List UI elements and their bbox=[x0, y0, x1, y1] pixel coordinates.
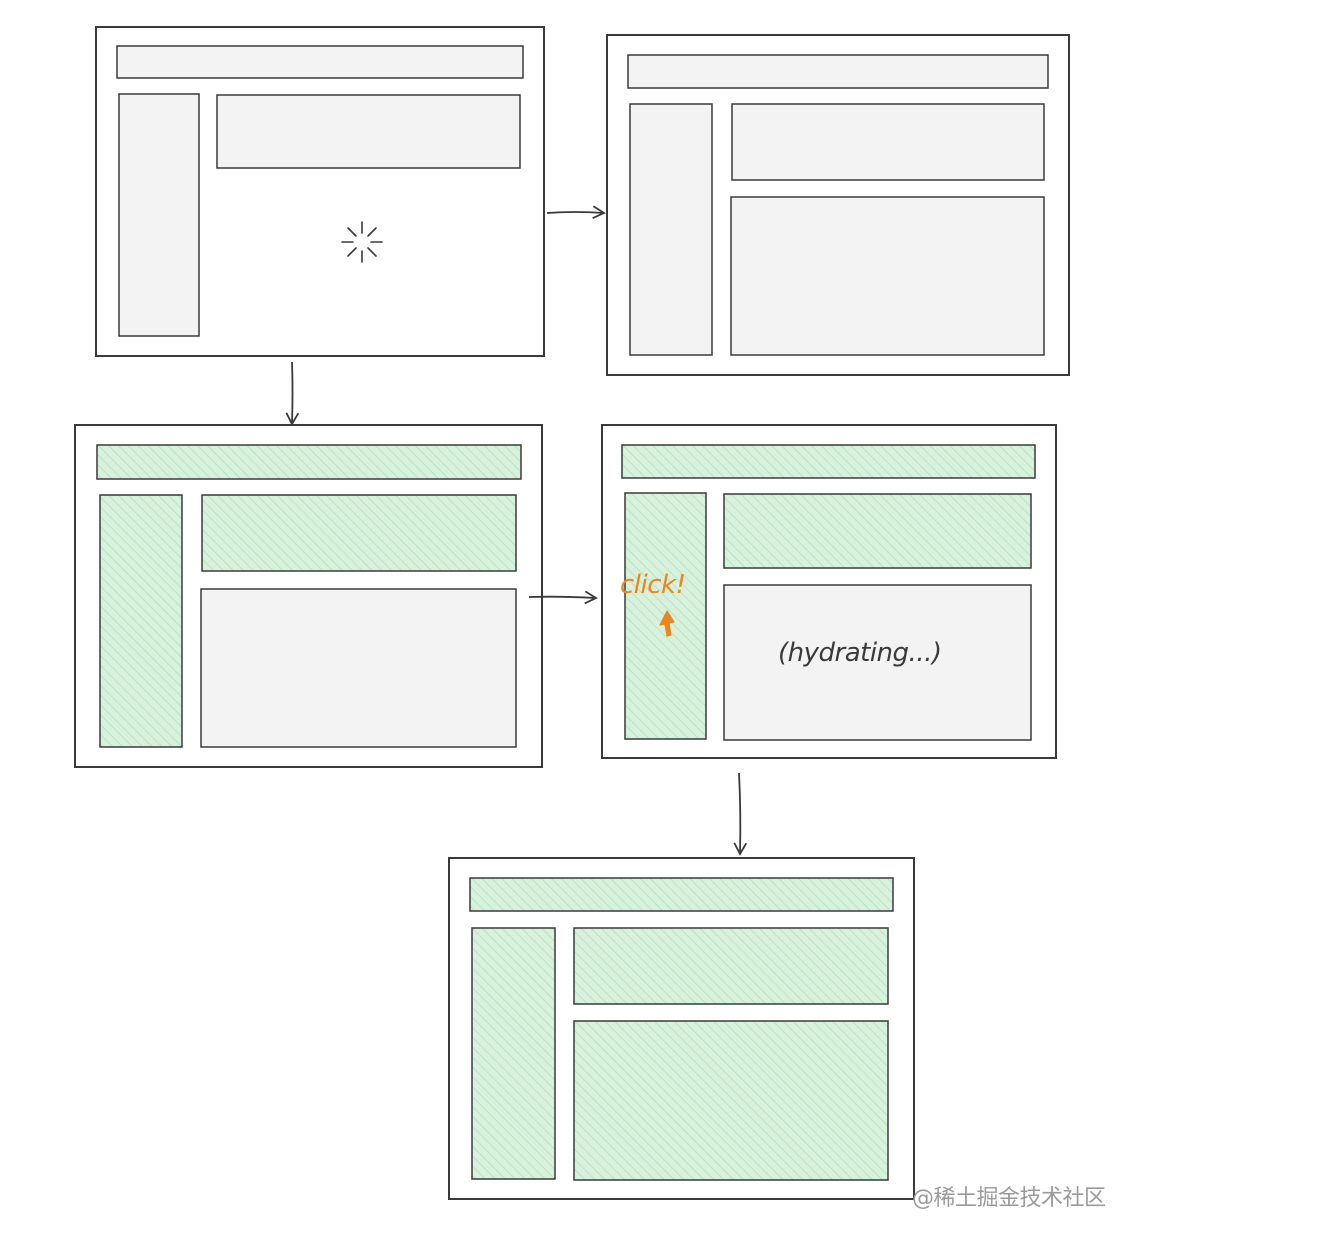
click-annotation: click! bbox=[620, 570, 686, 600]
sidebar-panel bbox=[99, 494, 183, 748]
main-panel bbox=[573, 1020, 889, 1181]
sidebar-panel bbox=[629, 103, 713, 356]
diagram-svg bbox=[74, 26, 1070, 1200]
hydrating-annotation: (hydrating...) bbox=[778, 638, 942, 668]
arrow-down-1 bbox=[285, 361, 300, 426]
header-bar bbox=[621, 444, 1036, 479]
watermark: @稀土掘金技术社区 bbox=[912, 1186, 1106, 1211]
frame-fully-hydrated bbox=[448, 857, 915, 1200]
top-panel bbox=[216, 94, 521, 169]
top-panel bbox=[723, 493, 1032, 569]
header-bar bbox=[96, 444, 522, 480]
sidebar-panel bbox=[471, 927, 556, 1180]
main-panel bbox=[200, 588, 517, 748]
top-panel bbox=[731, 103, 1045, 181]
header-bar bbox=[116, 45, 524, 79]
frame-server-rendered bbox=[606, 34, 1070, 376]
top-panel bbox=[201, 494, 517, 572]
arrow-down-2 bbox=[733, 772, 748, 856]
frame-partially-hydrated bbox=[74, 424, 543, 768]
header-bar bbox=[469, 877, 894, 912]
top-panel bbox=[573, 927, 889, 1005]
arrow-right-1 bbox=[546, 205, 606, 220]
frame-loading bbox=[95, 26, 545, 357]
main-panel bbox=[730, 196, 1045, 356]
header-bar bbox=[627, 54, 1049, 89]
sidebar-panel bbox=[118, 93, 200, 337]
diagram-canvas: click! (hydrating...) @稀土掘金技术社区 bbox=[0, 0, 1324, 1242]
